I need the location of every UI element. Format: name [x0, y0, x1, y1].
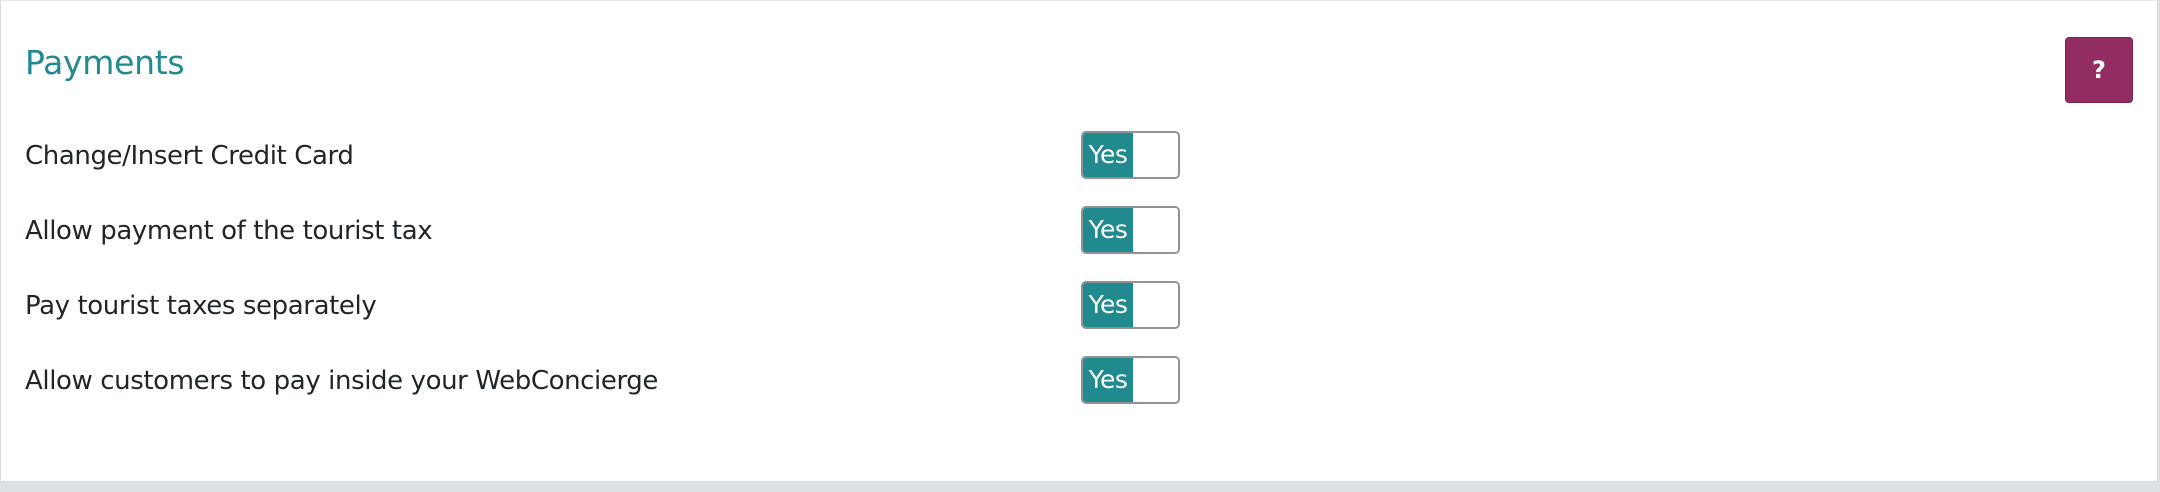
setting-label: Allow customers to pay inside your WebCo…	[25, 366, 659, 396]
toggle-knob	[1133, 208, 1178, 252]
help-button[interactable]: ?	[2065, 37, 2133, 103]
setting-row-tourist-tax-separately: Pay tourist taxes separately Yes	[1, 281, 2157, 331]
toggle-on-label: Yes	[1083, 133, 1133, 177]
toggle-knob	[1133, 133, 1178, 177]
toggle-change-credit-card[interactable]: Yes	[1081, 131, 1180, 179]
toggle-knob	[1133, 283, 1178, 327]
toggle-on-label: Yes	[1083, 358, 1133, 402]
setting-row-change-credit-card: Change/Insert Credit Card Yes	[1, 131, 2157, 181]
payments-panel: Payments ? Change/Insert Credit Card Yes…	[0, 0, 2158, 482]
toggle-knob	[1133, 358, 1178, 402]
toggle-on-label: Yes	[1083, 208, 1133, 252]
help-icon: ?	[2092, 56, 2106, 84]
setting-label: Change/Insert Credit Card	[25, 141, 354, 171]
setting-label: Pay tourist taxes separately	[25, 291, 377, 321]
toggle-tourist-tax-separately[interactable]: Yes	[1081, 281, 1180, 329]
setting-row-pay-inside-webconcierge: Allow customers to pay inside your WebCo…	[1, 356, 2157, 406]
setting-row-tourist-tax-payment: Allow payment of the tourist tax Yes	[1, 206, 2157, 256]
section-title: Payments	[25, 43, 185, 82]
toggle-pay-inside-webconcierge[interactable]: Yes	[1081, 356, 1180, 404]
setting-label: Allow payment of the tourist tax	[25, 216, 433, 246]
toggle-on-label: Yes	[1083, 283, 1133, 327]
toggle-tourist-tax-payment[interactable]: Yes	[1081, 206, 1180, 254]
